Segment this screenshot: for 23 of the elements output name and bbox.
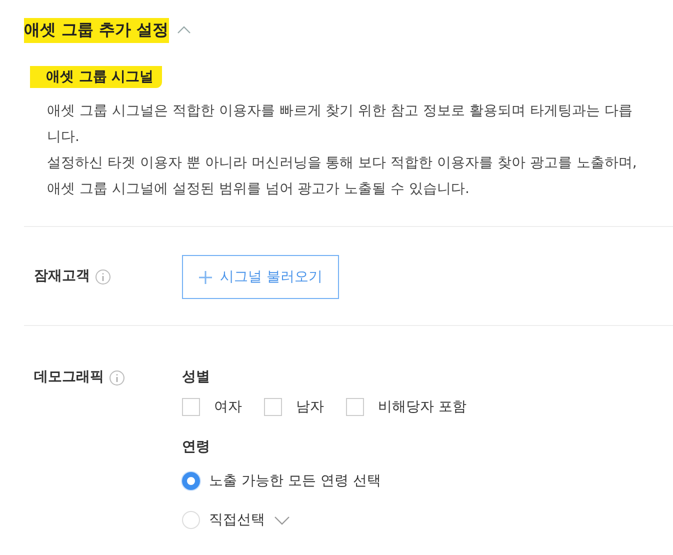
checkbox-label: 비해당자 포함 bbox=[378, 398, 466, 416]
radio-button[interactable] bbox=[182, 472, 200, 490]
checkbox-label: 남자 bbox=[296, 398, 324, 416]
subsection-title: 애셋 그룹 시그널 bbox=[30, 66, 162, 88]
group-title: 연령 bbox=[182, 438, 211, 456]
checkbox[interactable] bbox=[346, 398, 364, 416]
checkbox-label: 여자 bbox=[214, 398, 242, 416]
info-icon[interactable] bbox=[95, 269, 111, 285]
info-icon[interactable] bbox=[109, 370, 125, 386]
checkbox[interactable] bbox=[264, 398, 282, 416]
chevron-down-icon[interactable] bbox=[274, 516, 290, 524]
field-label: 잠재고객 bbox=[34, 267, 90, 285]
group-title: 성별 bbox=[182, 368, 211, 386]
section-title: 애셋 그룹 추가 설정 bbox=[24, 18, 169, 42]
load-signal-button[interactable]: 시그널 불러오기 bbox=[182, 255, 340, 299]
field-label: 데모그래픽 bbox=[34, 368, 104, 386]
checkbox[interactable] bbox=[182, 398, 200, 416]
radio-label: 직접선택 bbox=[209, 511, 265, 529]
chevron-up-icon[interactable] bbox=[176, 26, 191, 34]
description-text: 애셋 그룹 시그널은 적합한 이용자를 빠르게 찾기 위한 참고 정보로 활용되며 타게팅과는 다릅니다. bbox=[46, 102, 634, 147]
plus-icon bbox=[199, 270, 212, 284]
radio-label: 노출 가능한 모든 연령 선택 bbox=[209, 472, 381, 490]
description-text: 설정하신 타겟 이용자 뿐 아니라 머신러닝을 통해 보다 적합한 이용자를 찾아 광고를 노출하며, 애셋 그룹 시그널에 설정된 범위를 넘어 광고가 노출될 수 있습니다. bbox=[46, 154, 637, 199]
